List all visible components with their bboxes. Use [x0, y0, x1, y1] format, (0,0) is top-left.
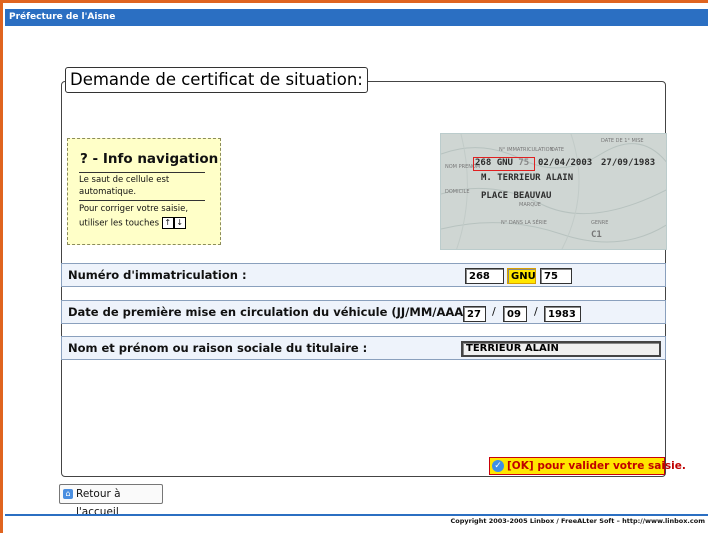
registration-part1-input[interactable]: 268	[465, 268, 504, 284]
submit-ok-button[interactable]: ✓ [OK] pour valider votre saisie.	[489, 457, 686, 475]
date-month-input[interactable]: 09	[503, 306, 527, 322]
form-legend: Demande de certificat de situation:	[65, 67, 368, 93]
card-reg-3: 75	[518, 158, 530, 168]
registration-label: Numéro d'immatriculation :	[68, 268, 247, 282]
card-address: PLACE BEAUVAU	[481, 191, 552, 201]
window-frame-left	[0, 0, 3, 533]
first-registration-date-label: Date de première mise en circulation du …	[68, 305, 482, 319]
window-frame-top	[0, 0, 708, 3]
registration-part2-input[interactable]: GNU	[507, 268, 536, 284]
info-divider	[79, 172, 205, 173]
check-icon: ✓	[492, 460, 504, 472]
registration-card-sample: DATE DE 1° MISE N° IMMATRICULATION DATE …	[440, 133, 667, 250]
home-icon: ⌂	[63, 489, 73, 499]
holder-name-input[interactable]: TERRIEUR ALAIN	[461, 341, 661, 357]
date-year-input[interactable]: 1983	[544, 306, 581, 322]
date-separator: /	[492, 305, 496, 318]
info-line-4: utiliser les touches	[79, 218, 160, 229]
arrow-up-key-icon: ↑	[161, 217, 174, 229]
footer-divider	[5, 514, 708, 516]
first-registration-date-row: Date de première mise en circulation du …	[61, 300, 666, 324]
back-home-button[interactable]: ⌂ Retour à l'accueil	[59, 484, 163, 518]
info-title: ? - Info navigation	[80, 151, 219, 167]
holder-label: Nom et prénom ou raison sociale du titul…	[68, 341, 368, 355]
date-separator: /	[534, 305, 538, 318]
card-date-1: 02/04/2003	[538, 158, 593, 168]
holder-row: Nom et prénom ou raison sociale du titul…	[61, 336, 666, 360]
info-line-2: automatique.	[79, 187, 137, 197]
card-code: C1	[591, 230, 602, 240]
card-reg-2: GNU	[496, 158, 513, 168]
footer-copyright: Copyright 2003-2005 Linbox / FreeALter S…	[450, 517, 706, 525]
card-reg-1: 268	[475, 158, 492, 168]
info-line-4-wrap: utiliser les touches ↑ ↓	[79, 217, 186, 230]
info-line-1: Le saut de cellule est	[79, 175, 170, 185]
date-day-input[interactable]: 27	[463, 306, 486, 322]
card-owner: M. TERRIEUR ALAIN	[481, 173, 574, 183]
registration-part3-input[interactable]: 75	[540, 268, 572, 284]
info-divider	[79, 200, 205, 201]
window-title: Préfecture de l'Aisne	[5, 9, 708, 26]
arrow-down-key-icon: ↓	[173, 217, 186, 229]
submit-ok-label: [OK] pour valider votre saisie.	[507, 460, 686, 472]
registration-row: Numéro d'immatriculation : 268 GNU 75	[61, 263, 666, 287]
info-line-3: Pour corriger votre saisie,	[79, 204, 189, 214]
card-date-2: 27/09/1983	[601, 158, 656, 168]
info-navigation-box: ? - Info navigation Le saut de cellule e…	[67, 138, 221, 245]
